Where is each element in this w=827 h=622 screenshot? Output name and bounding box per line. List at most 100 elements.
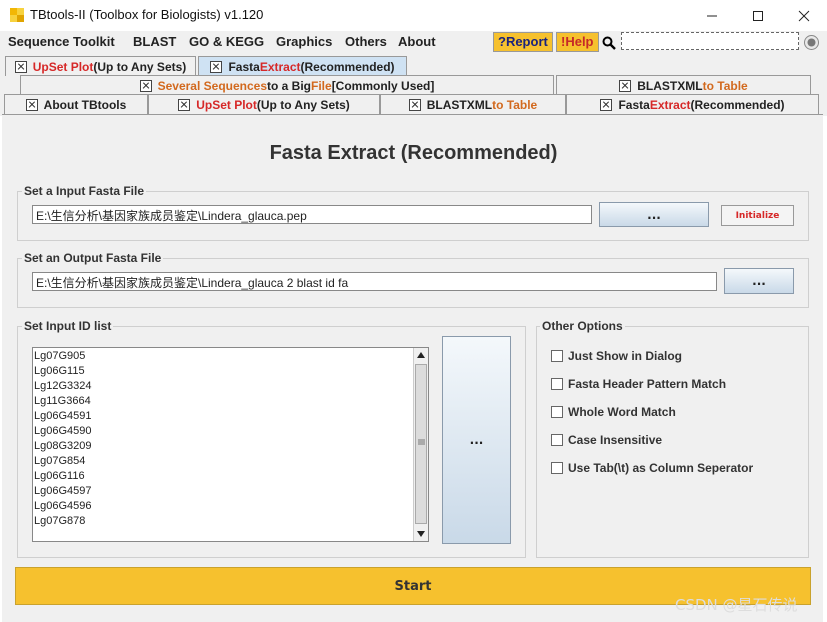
tab-fasta-extract-1[interactable]: Fasta Extract (Recommended)	[198, 56, 407, 76]
id-list-textarea[interactable]: Lg07G905 Lg06G115 Lg12G3324 Lg11G3664 Lg…	[32, 347, 429, 542]
tab-close-icon[interactable]	[14, 60, 27, 73]
tab-label: BLASTXML	[426, 97, 493, 112]
maximize-icon	[753, 10, 763, 21]
scroll-thumb[interactable]	[415, 364, 427, 524]
tab-fasta-extract-2[interactable]: Fasta Extract (Recommended)	[566, 94, 819, 114]
checkbox[interactable]	[551, 406, 563, 418]
list-item: Lg07G905	[34, 350, 86, 362]
help-button[interactable]: !Help	[556, 32, 599, 52]
option-label: Fasta Header Pattern Match	[568, 377, 727, 391]
close-button[interactable]	[781, 0, 827, 31]
option-fasta-header-pattern-match[interactable]: Fasta Header Pattern Match	[551, 377, 726, 391]
checkbox[interactable]	[551, 462, 563, 474]
tab-label: Extract	[259, 59, 301, 74]
checkbox[interactable]	[551, 434, 563, 446]
option-case-insensitive[interactable]: Case Insensitive	[551, 433, 662, 447]
output-fasta-field[interactable]: E:\生信分析\基因家族成员鉴定\Lindera_glauca 2 blast …	[32, 272, 717, 291]
option-label: Whole Word Match	[568, 405, 676, 419]
tab-label: Fasta	[228, 59, 260, 74]
minimize-button[interactable]	[689, 0, 735, 31]
id-list-scrollbar[interactable]	[413, 348, 428, 541]
list-item: Lg06G116	[34, 470, 85, 482]
option-tab-column-separator[interactable]: Use Tab(\t) as Column Seperator	[551, 461, 753, 475]
list-item: Lg12G3324	[34, 380, 92, 392]
tab-label: Fasta	[618, 97, 650, 112]
list-item: Lg08G3209	[34, 440, 92, 452]
tab-close-icon[interactable]	[619, 79, 632, 92]
tab-close-icon[interactable]	[600, 98, 613, 111]
tab-upset-plot-1[interactable]: UpSet Plot (Up to Any Sets)	[5, 56, 196, 76]
checkbox[interactable]	[551, 378, 563, 390]
output-fasta-browse-button[interactable]: ...	[724, 268, 794, 294]
report-button[interactable]: ?Report	[493, 32, 553, 52]
maximize-button[interactable]	[735, 0, 781, 31]
tab-label: Extract	[649, 97, 691, 112]
tab-blastxml-to-table-1[interactable]: BLASTXML to Table	[556, 75, 811, 95]
menu-others[interactable]: Others	[345, 34, 387, 49]
list-item: Lg06G115	[34, 365, 85, 377]
menu-graphics[interactable]: Graphics	[276, 34, 332, 49]
tab-strip: UpSet Plot (Up to Any Sets) Fasta Extrac…	[0, 54, 827, 116]
tab-label: About TBtools	[43, 97, 127, 112]
tab-close-icon[interactable]	[139, 79, 152, 92]
tab-label: (Up to Any Sets)	[93, 59, 187, 74]
scroll-up-icon[interactable]	[416, 351, 426, 359]
option-label: Use Tab(\t) as Column Seperator	[568, 461, 754, 475]
tab-label: UpSet Plot	[196, 97, 257, 112]
magnifier-icon	[602, 36, 616, 50]
input-fasta-browse-button[interactable]: ...	[599, 202, 709, 227]
tbtools-logo-icon	[10, 8, 24, 22]
option-just-show-in-dialog[interactable]: Just Show in Dialog	[551, 349, 682, 363]
input-fasta-field[interactable]: E:\生信分析\基因家族成员鉴定\Lindera_glauca.pep	[32, 205, 592, 224]
search-input[interactable]	[621, 32, 799, 50]
tab-label: (Recommended)	[300, 59, 395, 74]
initialize-button[interactable]: Initialize	[721, 205, 794, 226]
tab-label: to Table	[492, 97, 538, 112]
tab-blastxml-to-table-2[interactable]: BLASTXML to Table	[380, 94, 566, 114]
window-title: TBtools-II (Toolbox for Biologists) v1.1…	[30, 7, 264, 22]
watermark: CSDN @星石传说	[675, 596, 798, 614]
scroll-down-icon[interactable]	[416, 530, 426, 538]
tab-close-icon[interactable]	[210, 60, 223, 73]
tab-label: (Recommended)	[690, 97, 785, 112]
close-icon	[798, 10, 810, 21]
tab-label: to a Big	[267, 78, 312, 93]
menu-blast[interactable]: BLAST	[133, 34, 176, 49]
option-label: Case Insensitive	[568, 433, 663, 447]
tab-close-icon[interactable]	[178, 98, 191, 111]
grip-icon	[418, 439, 425, 445]
list-item: Lg06G4590	[34, 425, 92, 437]
tab-several-sequences[interactable]: Several Sequences to a Big File [Commonl…	[20, 75, 554, 95]
id-list-label: Set Input ID list	[22, 319, 114, 333]
tab-label: (Up to Any Sets)	[256, 97, 350, 112]
tab-label: Several Sequences	[157, 78, 268, 93]
id-list-browse-button[interactable]: ...	[442, 336, 511, 544]
input-fasta-label: Set a Input Fasta File	[22, 184, 147, 198]
title-bar: TBtools-II (Toolbox for Biologists) v1.1…	[0, 0, 827, 31]
list-item: Lg06G4596	[34, 500, 92, 512]
tab-label: to Table	[702, 78, 748, 93]
list-item: Lg06G4597	[34, 485, 92, 497]
status-indicator-icon	[804, 35, 819, 50]
checkbox[interactable]	[551, 350, 563, 362]
option-whole-word-match[interactable]: Whole Word Match	[551, 405, 676, 419]
tab-about-tbtools[interactable]: About TBtools	[4, 94, 148, 114]
list-item: Lg07G878	[34, 515, 86, 527]
tab-close-icon[interactable]	[25, 98, 38, 111]
minimize-icon	[707, 15, 717, 16]
tab-label: BLASTXML	[637, 78, 703, 93]
tab-label: UpSet Plot	[32, 59, 94, 74]
output-fasta-label: Set an Output Fasta File	[22, 251, 164, 265]
list-item: Lg06G4591	[34, 410, 92, 422]
list-item: Lg07G854	[34, 455, 86, 467]
menu-sequence-toolkit[interactable]: Sequence Toolkit	[8, 34, 115, 49]
tab-upset-plot-2[interactable]: UpSet Plot (Up to Any Sets)	[148, 94, 380, 114]
list-item: Lg11G3664	[34, 395, 91, 407]
menu-go-kegg[interactable]: GO & KEGG	[189, 34, 264, 49]
tab-label: File	[311, 78, 332, 93]
menu-about[interactable]: About	[398, 34, 436, 49]
option-label: Just Show in Dialog	[568, 349, 683, 363]
tab-label: [Commonly Used]	[331, 78, 435, 93]
page-title: Fasta Extract (Recommended)	[269, 142, 558, 164]
tab-close-icon[interactable]	[408, 98, 421, 111]
